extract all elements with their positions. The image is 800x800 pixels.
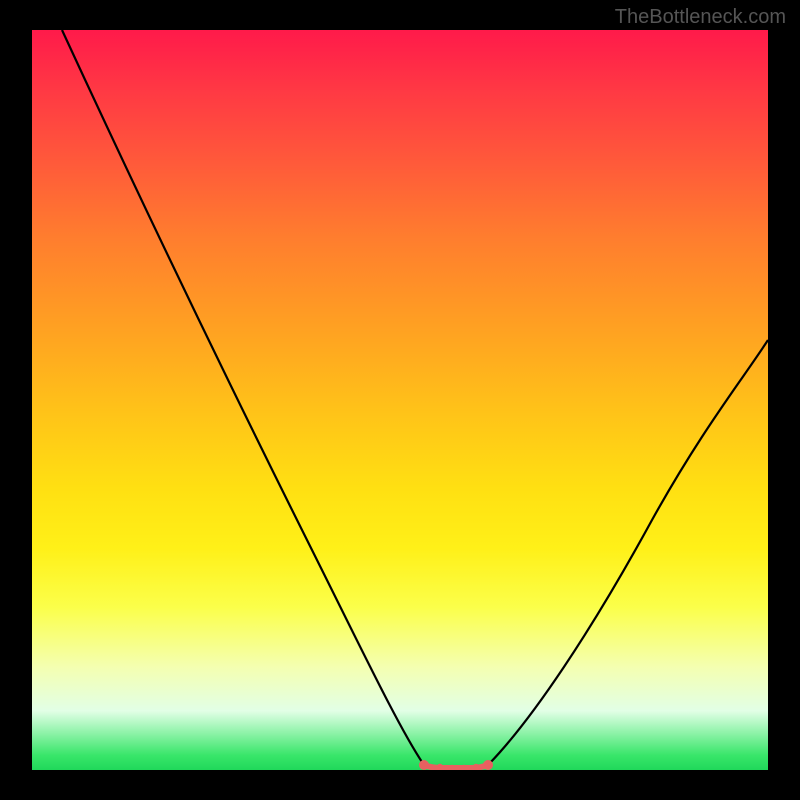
curve-overlay — [32, 30, 768, 770]
curve-right-branch — [488, 340, 768, 765]
valley-bump — [437, 764, 443, 770]
curve-left-branch — [62, 30, 424, 765]
chart-container: TheBottleneck.com — [0, 0, 800, 800]
valley-dot-left — [419, 760, 429, 770]
watermark-text: TheBottleneck.com — [615, 6, 786, 29]
valley-bump — [473, 764, 479, 770]
plot-area — [32, 30, 768, 770]
valley-dot-right — [483, 760, 493, 770]
